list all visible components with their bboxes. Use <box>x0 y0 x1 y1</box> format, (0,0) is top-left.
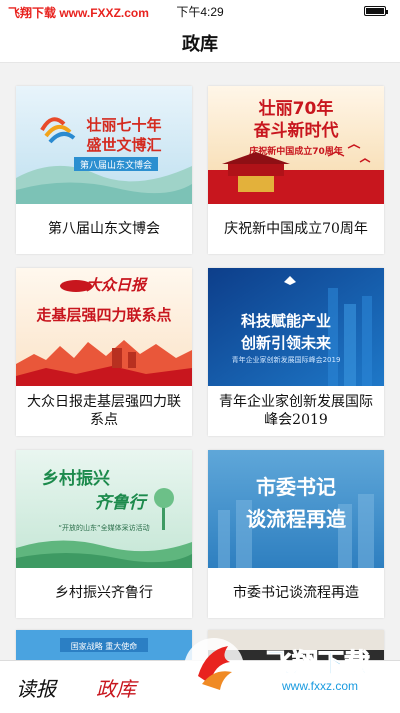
topic-caption: 乡村振兴齐鲁行 <box>55 585 153 601</box>
topic-grid[interactable]: 壮丽七十年 盛世文博汇 第八届山东文博会 第八届山东文博会 壮丽70年 奋斗新时… <box>0 63 400 660</box>
tab-label: 政库 <box>96 677 136 701</box>
topic-card-party-secretary-process[interactable]: 市委书记 谈流程再造 市委书记谈流程再造 <box>208 450 384 618</box>
banner-text-line2: 盛世文博汇 <box>86 136 161 154</box>
topic-caption: 大众日报走基层强四力联系点 <box>27 394 181 428</box>
topic-banner-image: 市委书记 谈流程再造 <box>208 450 384 568</box>
topic-card-70th-anniversary[interactable]: 壮丽70年 奋斗新时代 庆祝新中国成立70周年 庆祝新中国成立70周年 <box>208 86 384 254</box>
topic-card-national-strategy[interactable]: 国家战略 重大使命 <box>16 630 192 660</box>
watermark-url: www.fxxz.com <box>281 679 358 693</box>
banner-text-line1: 国家战略 重大使命 <box>71 641 138 651</box>
tab-policy-library[interactable]: 政库 <box>96 673 136 702</box>
tab-read-paper[interactable]: 读报 <box>16 673 56 702</box>
topic-banner-image: 乡村振兴 齐鲁行 “开放的山东”全媒体采访活动 <box>16 450 192 568</box>
banner-text-line1: 市委书记 <box>256 475 336 499</box>
topic-banner-image: 壮丽70年 奋斗新时代 庆祝新中国成立70周年 <box>208 86 384 204</box>
banner-text-line1: 大众日报 <box>86 276 148 294</box>
topic-card-shandong-expo[interactable]: 壮丽七十年 盛世文博汇 第八届山东文博会 第八届山东文博会 <box>16 86 192 254</box>
nav-bar: 政库 <box>0 22 400 63</box>
topic-card-youth-entrepreneur-summit[interactable]: 科技赋能产业 创新引领未来 青年企业家创新发展国际峰会2019 青年企业家创新发… <box>208 268 384 436</box>
banner-text-line3: “开放的山东”全媒体采访活动 <box>58 523 149 532</box>
banner-text-line1: 科技赋能产业 <box>241 312 331 330</box>
topic-card-rural-revitalization[interactable]: 乡村振兴 齐鲁行 “开放的山东”全媒体采访活动 乡村振兴齐鲁行 <box>16 450 192 618</box>
watermark-logo: 飞翔下载 www.fxxz.com <box>184 638 371 698</box>
topic-caption: 青年企业家创新发展国际峰会2019 <box>219 394 373 428</box>
tab-label: 读报 <box>16 677 56 701</box>
banner-text-line2: 创新引领未来 <box>240 334 332 352</box>
banner-text-line1: 乡村振兴 <box>42 468 110 489</box>
battery-icon <box>364 6 388 16</box>
page-title: 政库 <box>182 34 218 55</box>
banner-text-line3: 青年企业家创新发展国际峰会2019 <box>232 355 341 364</box>
topic-banner-image: 壮丽七十年 盛世文博汇 第八届山东文博会 <box>16 86 192 204</box>
topic-caption: 庆祝新中国成立70周年 <box>224 221 368 237</box>
topic-card-dazhong-daily[interactable]: 大众日报 走基层强四力联系点 大众日报走基层强四力联系点 <box>16 268 192 436</box>
status-time: 下午4:29 <box>176 5 224 19</box>
banner-text-line2: 奋斗新时代 <box>253 120 339 141</box>
status-bar: 飞翔下载 www.FXXZ.com 下午4:29 <box>0 0 400 22</box>
banner-text-line2: 走基层强四力联系点 <box>36 306 171 324</box>
banner-text-line1: 壮丽七十年 <box>86 116 161 134</box>
topic-banner-image: 大众日报 走基层强四力联系点 <box>16 268 192 386</box>
topic-caption: 市委书记谈流程再造 <box>233 585 359 601</box>
watermark-title: 飞翔下载 <box>266 649 370 679</box>
topic-banner-image: 国家战略 重大使命 <box>16 630 192 660</box>
banner-text-line2: 齐鲁行 <box>95 493 149 513</box>
banner-text-line2: 谈流程再造 <box>246 507 347 531</box>
banner-text-line1: 壮丽70年 <box>259 98 334 119</box>
topic-caption: 第八届山东文博会 <box>48 221 160 237</box>
banner-text-line3: 第八届山东文博会 <box>80 159 152 171</box>
topic-banner-image: 科技赋能产业 创新引领未来 青年企业家创新发展国际峰会2019 <box>208 268 384 386</box>
